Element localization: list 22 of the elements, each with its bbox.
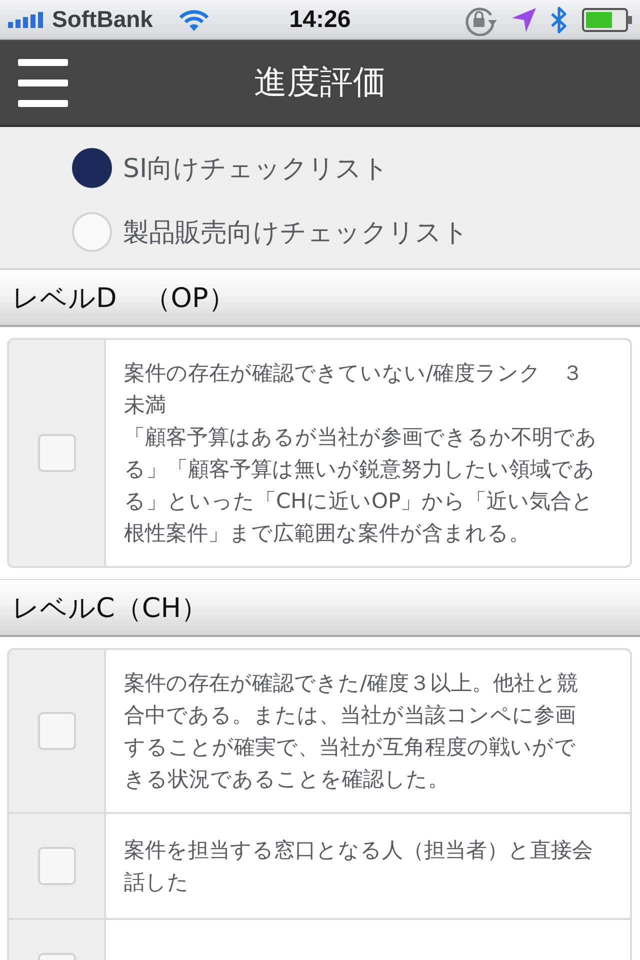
checkbox[interactable] [38, 847, 76, 885]
item-description: 「顧客予算はあるが当社が参画できるか不明である」「顧客予算は無いが鋭意努力したい領域である」といった「CHに近いOP」から「近い気合と根性案件」まで広範囲な案件が含まれる。 [124, 424, 597, 547]
bluetooth-icon [550, 6, 568, 34]
signal-icon [8, 12, 44, 28]
menu-button[interactable] [18, 58, 68, 106]
item-description: 案件の存在が確認できていない/確度ランク ３未満 [124, 360, 584, 419]
checkbox[interactable] [38, 434, 76, 472]
wifi-icon [178, 8, 209, 30]
radio-label[interactable]: SI向けチェックリスト [123, 150, 390, 186]
checkbox[interactable] [38, 712, 76, 750]
header-title: 進度評価 [253, 61, 387, 103]
location-arrow-icon [512, 8, 536, 32]
radio-label[interactable]: 製品販売向けチェックリスト [123, 214, 469, 250]
level-header: レベルD （OP） [0, 269, 640, 327]
status-time: 14:26 [289, 6, 351, 34]
item-description: 案件の存在が確認できた/確度３以上。他社と競合中である。または、当社が当該コンペに参画することが確実で、当社が互角程度の戦いができる状況であることを確認した。 [124, 670, 580, 793]
level-header: レベルC（CH） [0, 579, 640, 637]
menu-icon [18, 58, 68, 106]
battery-icon [582, 8, 632, 32]
carrier-name: SoftBank [52, 6, 153, 33]
item-description: 案件を担当する窓口となる人（担当者）と直接会話した [124, 837, 594, 896]
radio-button[interactable] [72, 148, 112, 188]
